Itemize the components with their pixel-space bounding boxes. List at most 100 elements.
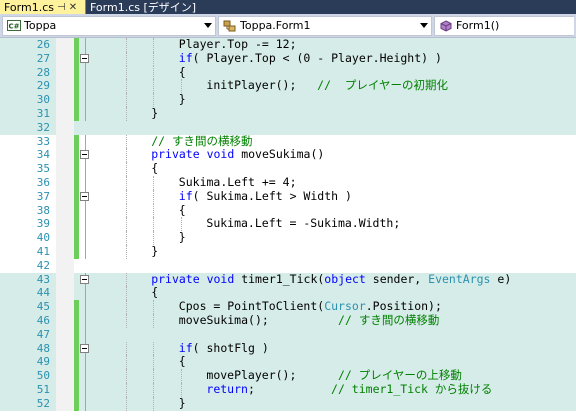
breakpoint-margin[interactable] — [56, 382, 74, 397]
breakpoint-margin[interactable] — [56, 79, 74, 94]
code-line[interactable]: 31} — [0, 106, 576, 121]
code-token: timer1_Tick( — [241, 271, 325, 286]
breakpoint-margin[interactable] — [56, 327, 74, 342]
tab-form1-designer[interactable]: Form1.cs [デザイン] — [86, 0, 200, 14]
type-token: EventArgs — [428, 271, 498, 286]
breakpoint-margin[interactable] — [56, 51, 74, 66]
code-line[interactable]: 45 Cpos = PointToClient(Cursor.Position); — [0, 299, 576, 314]
breakpoint-margin[interactable] — [56, 189, 74, 204]
indent-guide — [125, 38, 127, 52]
collapse-icon[interactable] — [79, 341, 91, 356]
breakpoint-margin[interactable] — [56, 396, 74, 411]
code-line[interactable]: 37 if( Sukima.Left > Width ) — [0, 188, 576, 204]
breakpoint-margin[interactable] — [56, 93, 74, 107]
breakpoint-margin[interactable] — [56, 120, 74, 135]
code-token: ; — [247, 381, 332, 396]
collapse-icon[interactable] — [79, 189, 91, 204]
code-line[interactable]: 44 { — [0, 285, 576, 301]
indent-guide — [153, 341, 155, 356]
breakpoint-margin[interactable] — [56, 175, 74, 190]
code-line[interactable]: 43 private void timer1_Tick(object sender… — [0, 271, 576, 287]
csharp-project-icon: C# — [7, 20, 21, 32]
line-number: 49 — [36, 355, 50, 369]
code-line[interactable]: 27 if( Player.Top < (0 - Player.Height) ) — [0, 50, 576, 66]
breakpoint-margin[interactable] — [56, 300, 74, 314]
code-line[interactable]: 35 { — [0, 161, 576, 176]
member-name: Form1() — [456, 19, 500, 32]
breakpoint-margin[interactable] — [56, 286, 74, 301]
code-text: movePlayer(); // プレイヤーの上移動 — [206, 368, 462, 383]
chevron-down-icon[interactable] — [204, 22, 212, 28]
indent-guide — [180, 79, 182, 94]
line-number: 52 — [36, 396, 50, 410]
breakpoint-margin[interactable] — [56, 162, 74, 176]
code-line[interactable]: 50 movePlayer(); // プレイヤーの上移動 — [0, 368, 576, 383]
breakpoint-margin[interactable] — [56, 272, 74, 287]
code-line[interactable]: 34 private void moveSukima() — [0, 147, 576, 163]
breakpoint-margin[interactable] — [56, 38, 74, 52]
code-line[interactable]: 40} — [0, 230, 576, 245]
breakpoint-margin[interactable] — [56, 244, 74, 259]
breakpoint-margin[interactable] — [56, 231, 74, 245]
code-line[interactable]: 48 if( shotFlg ) — [0, 341, 576, 356]
code-token: { — [178, 202, 186, 217]
code-line[interactable]: 38 { — [0, 202, 576, 218]
breakpoint-margin[interactable] — [56, 134, 74, 149]
code-text: } — [178, 230, 186, 245]
code-line[interactable]: 29 initPlayer(); // プレイヤーの初期化 — [0, 78, 576, 94]
collapse-icon[interactable] — [79, 148, 91, 163]
breakpoint-margin[interactable] — [56, 313, 74, 328]
code-line[interactable]: 42 — [0, 258, 576, 273]
line-number: 45 — [36, 300, 50, 314]
code-line[interactable]: 33 // すき間の横移動 — [0, 134, 576, 149]
keyword-token: private void — [151, 147, 242, 162]
breakpoint-margin[interactable] — [56, 65, 74, 80]
code-line[interactable]: 32 — [0, 120, 576, 135]
close-icon[interactable]: ✕ — [69, 2, 77, 13]
comment-token: // プレイヤーの上移動 — [337, 368, 462, 383]
line-number: 40 — [36, 231, 50, 245]
tab-form1-cs[interactable]: Form1.cs ⊣ ✕ — [0, 0, 86, 14]
code-editor[interactable]: 26 Player.Top -= 12; 27 if( Player.Top < (0… — [0, 38, 576, 417]
breakpoint-margin[interactable] — [56, 203, 74, 218]
code-line[interactable]: 41} — [0, 244, 576, 259]
breakpoint-margin[interactable] — [56, 106, 74, 121]
breakpoint-margin[interactable] — [56, 217, 74, 232]
indent-guide — [153, 65, 155, 80]
breakpoint-margin[interactable] — [56, 369, 74, 383]
code-line[interactable]: 36 Sukima.Left += 4; — [0, 175, 576, 190]
outline-line — [79, 259, 91, 273]
code-line[interactable]: 47 — [0, 327, 576, 342]
pin-icon[interactable]: ⊣ — [57, 2, 66, 13]
indent-guide — [125, 93, 127, 107]
indent-guide — [125, 300, 127, 314]
outline-line — [79, 106, 91, 121]
outline-line — [79, 286, 91, 301]
collapse-icon[interactable] — [79, 51, 91, 66]
collapse-icon[interactable] — [79, 272, 91, 287]
breakpoint-margin[interactable] — [56, 355, 74, 370]
code-line[interactable]: 26 Player.Top -= 12; — [0, 38, 576, 52]
keyword-token: if — [178, 188, 193, 203]
chevron-down-icon[interactable] — [420, 22, 428, 28]
code-line[interactable]: 52} — [0, 396, 576, 411]
code-line[interactable]: 51 return; // timer1_Tick から抜ける — [0, 381, 576, 397]
code-text: } — [151, 244, 158, 259]
code-token: Player.Top -= 12; — [178, 38, 297, 51]
code-line[interactable]: 49 { — [0, 354, 576, 370]
code-line[interactable]: 46 moveSukima(); // すき間の横移動 — [0, 313, 576, 328]
keyword-token: if — [178, 50, 193, 65]
member-dropdown[interactable]: Form1() — [434, 15, 574, 36]
project-dropdown[interactable]: C# Toppa — [2, 15, 216, 36]
breakpoint-margin[interactable] — [56, 258, 74, 273]
code-token: } — [178, 230, 186, 245]
code-line[interactable]: 39 Sukima.Left = -Sukima.Width; — [0, 216, 576, 232]
code-line[interactable]: 28 { — [0, 65, 576, 80]
breakpoint-margin[interactable] — [56, 341, 74, 356]
class-dropdown[interactable]: Toppa.Form1 — [218, 15, 432, 36]
indent-guide — [153, 300, 155, 314]
code-line[interactable]: 30} — [0, 92, 576, 107]
code-text: } — [151, 106, 158, 121]
line-number: 35 — [36, 162, 50, 176]
breakpoint-margin[interactable] — [56, 148, 74, 163]
